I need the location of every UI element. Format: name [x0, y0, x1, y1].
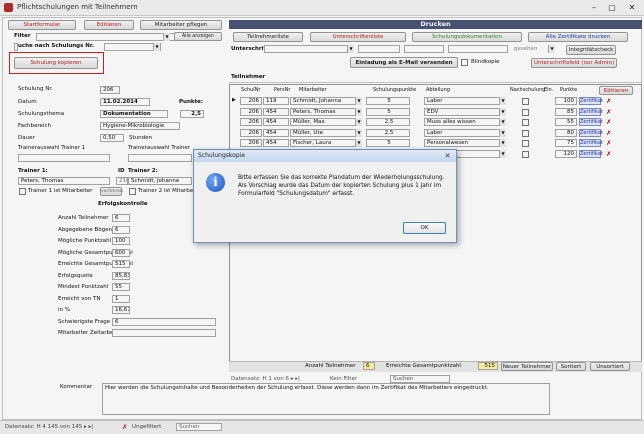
dialog-ok-button[interactable]: OK [403, 222, 446, 234]
dialog-close-button[interactable]: ✕ [441, 151, 454, 161]
dialog-title: Schulungskopie [194, 150, 456, 162]
info-icon: i [206, 173, 225, 192]
dialog-message: Bitte erfassen Sie das korrekte Plandatu… [238, 175, 445, 197]
